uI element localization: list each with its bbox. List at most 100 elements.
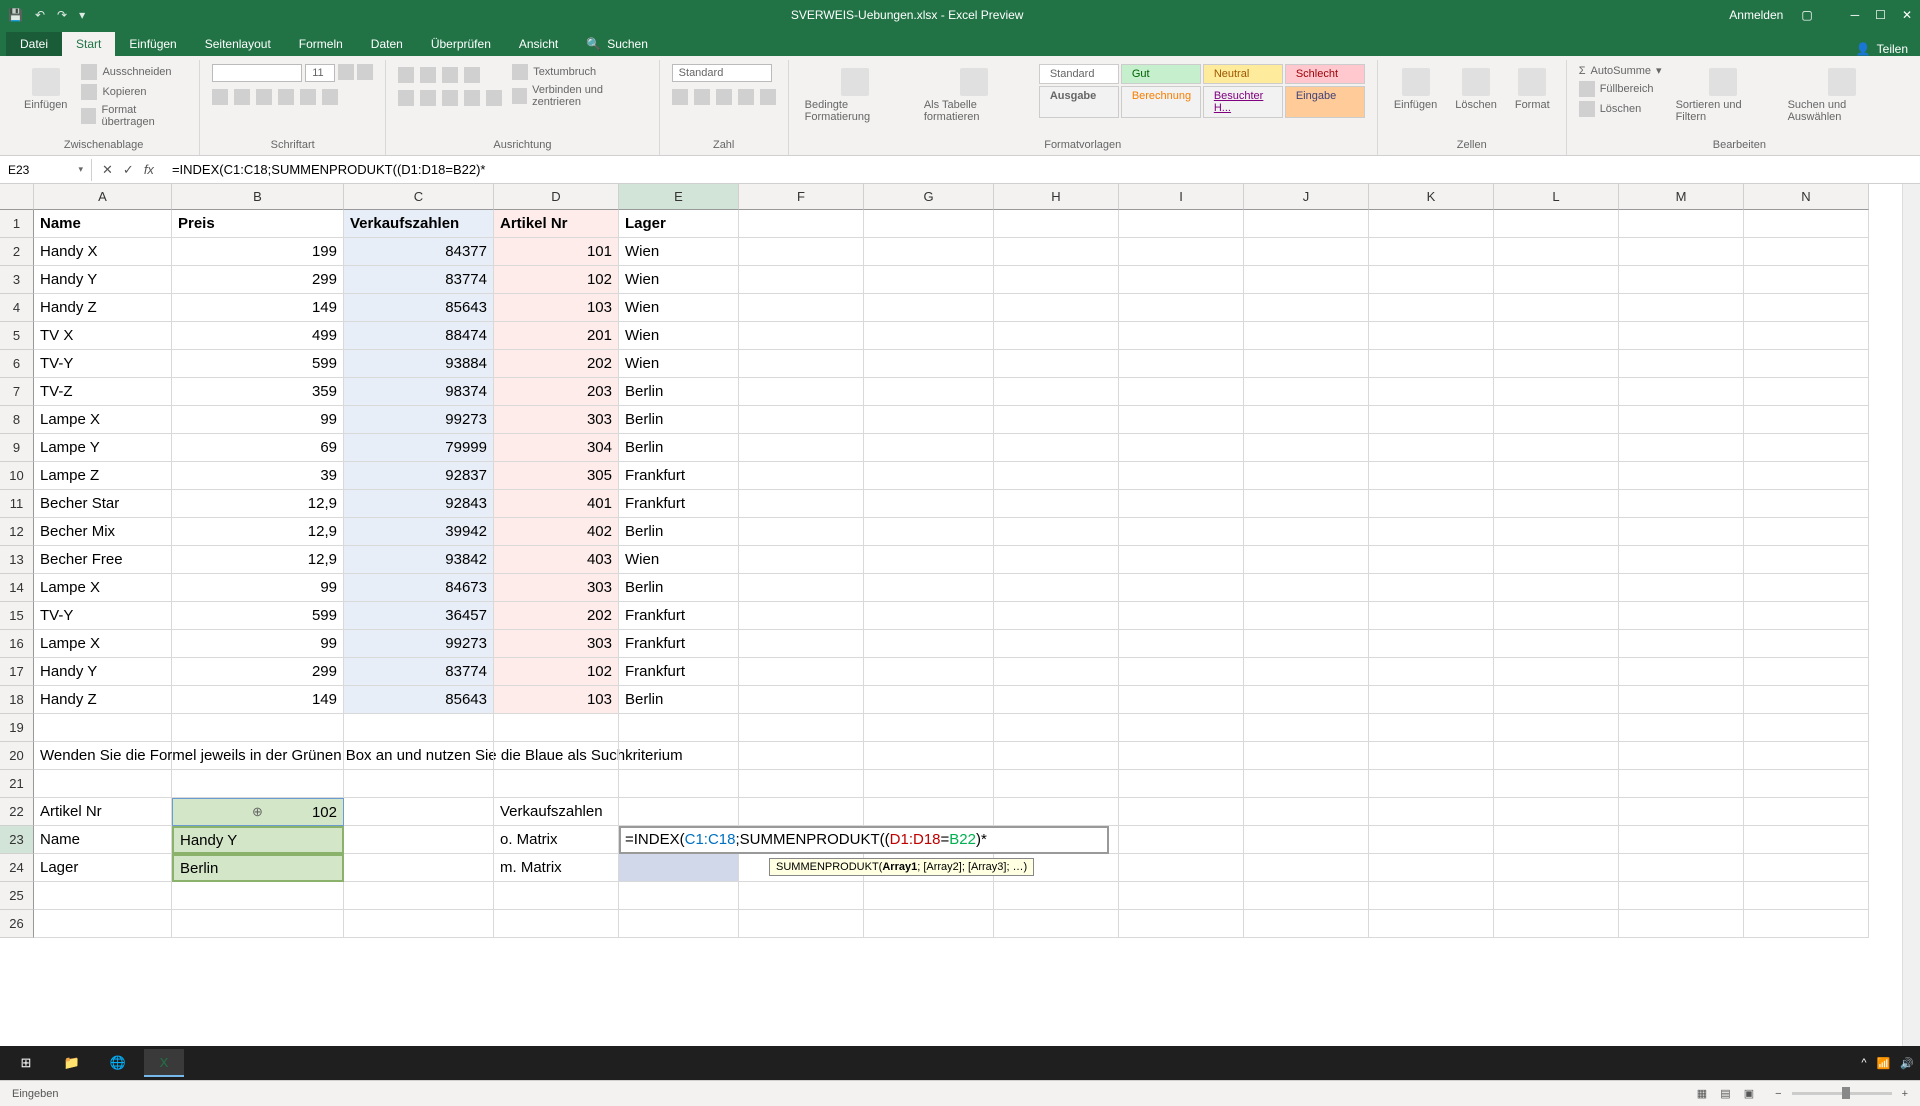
cell-K21[interactable] — [1369, 770, 1494, 798]
cell-L10[interactable] — [1494, 462, 1619, 490]
cell-H18[interactable] — [994, 686, 1119, 714]
cell-J14[interactable] — [1244, 574, 1369, 602]
cell-D26[interactable] — [494, 910, 619, 938]
cell-E6[interactable]: Wien — [619, 350, 739, 378]
orientation-icon[interactable] — [464, 67, 480, 83]
cell-J13[interactable] — [1244, 546, 1369, 574]
border-icon[interactable] — [278, 89, 294, 105]
cell-F12[interactable] — [739, 518, 864, 546]
row-header-8[interactable]: 8 — [0, 406, 34, 434]
cell-A2[interactable]: Handy X — [34, 238, 172, 266]
cell-F4[interactable] — [739, 294, 864, 322]
tab-layout[interactable]: Seitenlayout — [191, 32, 285, 56]
cell-M9[interactable] — [1619, 434, 1744, 462]
cell-B17[interactable]: 299 — [172, 658, 344, 686]
cell-F20[interactable] — [739, 742, 864, 770]
cell-I7[interactable] — [1119, 378, 1244, 406]
column-header-N[interactable]: N — [1744, 184, 1869, 210]
cell-J19[interactable] — [1244, 714, 1369, 742]
cell-C16[interactable]: 99273 — [344, 630, 494, 658]
cell-G10[interactable] — [864, 462, 994, 490]
cell-J6[interactable] — [1244, 350, 1369, 378]
cell-M12[interactable] — [1619, 518, 1744, 546]
cell-E14[interactable]: Berlin — [619, 574, 739, 602]
column-header-B[interactable]: B — [172, 184, 344, 210]
cell-I24[interactable] — [1119, 854, 1244, 882]
cell-N8[interactable] — [1744, 406, 1869, 434]
cell-J17[interactable] — [1244, 658, 1369, 686]
cell-F14[interactable] — [739, 574, 864, 602]
cell-I11[interactable] — [1119, 490, 1244, 518]
cell-A1[interactable]: Name — [34, 210, 172, 238]
cell-A7[interactable]: TV-Z — [34, 378, 172, 406]
cell-E21[interactable] — [619, 770, 739, 798]
row-header-26[interactable]: 26 — [0, 910, 34, 938]
cell-E1[interactable]: Lager — [619, 210, 739, 238]
cell-I10[interactable] — [1119, 462, 1244, 490]
tray-network-icon[interactable]: 📶 — [1877, 1057, 1891, 1070]
cell-J24[interactable] — [1244, 854, 1369, 882]
conditional-format-button[interactable]: Bedingte Formatierung — [801, 64, 910, 127]
cell-I23[interactable] — [1119, 826, 1244, 854]
cell-C9[interactable]: 79999 — [344, 434, 494, 462]
cell-D19[interactable] — [494, 714, 619, 742]
cell-N23[interactable] — [1744, 826, 1869, 854]
cell-M20[interactable] — [1619, 742, 1744, 770]
cell-A26[interactable] — [34, 910, 172, 938]
italic-icon[interactable] — [234, 89, 250, 105]
cell-K15[interactable] — [1369, 602, 1494, 630]
cell-A25[interactable] — [34, 882, 172, 910]
cell-G2[interactable] — [864, 238, 994, 266]
cell-I1[interactable] — [1119, 210, 1244, 238]
row-header-5[interactable]: 5 — [0, 322, 34, 350]
cell-I21[interactable] — [1119, 770, 1244, 798]
row-header-7[interactable]: 7 — [0, 378, 34, 406]
cell-L15[interactable] — [1494, 602, 1619, 630]
row-header-12[interactable]: 12 — [0, 518, 34, 546]
cell-G22[interactable] — [864, 798, 994, 826]
cell-H20[interactable] — [994, 742, 1119, 770]
cell-F2[interactable] — [739, 238, 864, 266]
zoom-in-icon[interactable]: + — [1902, 1088, 1908, 1100]
cell-J9[interactable] — [1244, 434, 1369, 462]
cell-D10[interactable]: 305 — [494, 462, 619, 490]
cell-C10[interactable]: 92837 — [344, 462, 494, 490]
cell-D23[interactable]: o. Matrix — [494, 826, 619, 854]
cell-H26[interactable] — [994, 910, 1119, 938]
cell-K14[interactable] — [1369, 574, 1494, 602]
cell-K13[interactable] — [1369, 546, 1494, 574]
style-standard[interactable]: Standard — [1039, 64, 1119, 84]
cell-H2[interactable] — [994, 238, 1119, 266]
cell-M4[interactable] — [1619, 294, 1744, 322]
zoom-out-icon[interactable]: − — [1775, 1088, 1781, 1100]
cell-A4[interactable]: Handy Z — [34, 294, 172, 322]
cell-H1[interactable] — [994, 210, 1119, 238]
cell-B18[interactable]: 149 — [172, 686, 344, 714]
cell-D11[interactable]: 401 — [494, 490, 619, 518]
cell-G17[interactable] — [864, 658, 994, 686]
start-button[interactable]: ⊞ — [6, 1049, 46, 1077]
cell-E12[interactable]: Berlin — [619, 518, 739, 546]
cell-G26[interactable] — [864, 910, 994, 938]
align-left-icon[interactable] — [398, 90, 414, 106]
cell-N10[interactable] — [1744, 462, 1869, 490]
cell-H14[interactable] — [994, 574, 1119, 602]
cell-L12[interactable] — [1494, 518, 1619, 546]
cell-L7[interactable] — [1494, 378, 1619, 406]
cell-D3[interactable]: 102 — [494, 266, 619, 294]
cell-B3[interactable]: 299 — [172, 266, 344, 294]
cell-A19[interactable] — [34, 714, 172, 742]
close-icon[interactable]: ✕ — [1902, 8, 1912, 22]
cell-M24[interactable] — [1619, 854, 1744, 882]
cell-E19[interactable] — [619, 714, 739, 742]
fill-color-icon[interactable] — [300, 89, 316, 105]
increase-indent-icon[interactable] — [486, 90, 502, 106]
style-gut[interactable]: Gut — [1121, 64, 1201, 84]
cell-K23[interactable] — [1369, 826, 1494, 854]
column-header-I[interactable]: I — [1119, 184, 1244, 210]
tray-up-icon[interactable]: ^ — [1861, 1057, 1866, 1069]
merge-center-button[interactable]: Verbinden und zentrieren — [512, 84, 646, 108]
cell-H7[interactable] — [994, 378, 1119, 406]
cell-K11[interactable] — [1369, 490, 1494, 518]
cell-K9[interactable] — [1369, 434, 1494, 462]
